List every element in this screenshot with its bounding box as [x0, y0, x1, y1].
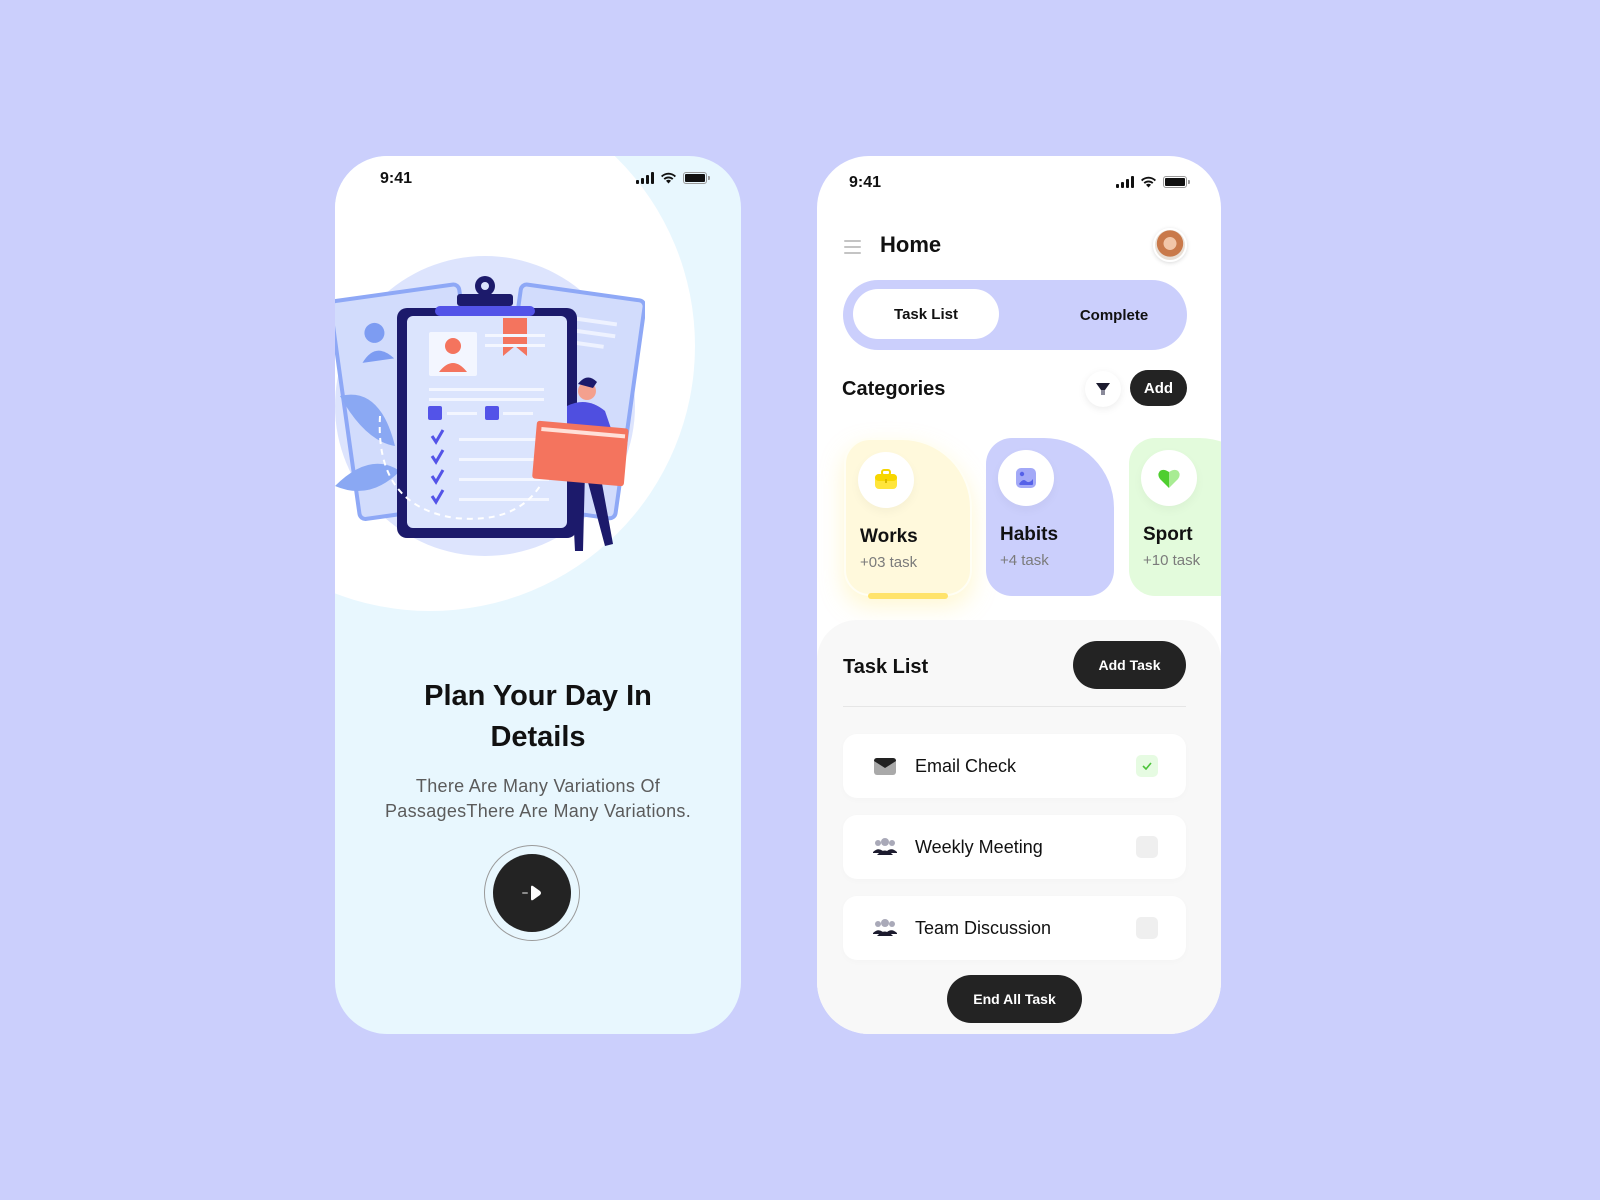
hamburger-menu-icon[interactable]: [844, 240, 861, 254]
task-item-team-discussion[interactable]: Team Discussion: [843, 896, 1186, 960]
card-icon-wrap: [858, 452, 914, 508]
categories-header: Categories Add: [842, 370, 1187, 410]
selected-indicator: [868, 593, 948, 599]
category-cards: Works +03 task Habits +4 task Sport +10 …: [817, 438, 1221, 618]
task-checkbox[interactable]: [1136, 917, 1158, 939]
wifi-icon: [661, 172, 676, 184]
category-card-sport[interactable]: Sport +10 task: [1129, 438, 1221, 596]
avatar[interactable]: [1153, 228, 1187, 262]
image-icon: [1016, 468, 1036, 488]
task-item-email-check[interactable]: Email Check: [843, 734, 1186, 798]
add-task-button[interactable]: Add Task: [1073, 641, 1186, 689]
tab-task-list[interactable]: Task List: [853, 289, 999, 339]
task-list: Email Check Weekly Meeting Team Discussi…: [843, 734, 1186, 977]
task-checkbox[interactable]: [1136, 836, 1158, 858]
battery-icon: [683, 172, 710, 184]
cellular-signal-icon: [636, 172, 654, 184]
filter-button[interactable]: [1085, 371, 1121, 407]
category-card-habits[interactable]: Habits +4 task: [986, 438, 1114, 596]
task-list-panel: Task List Add Task Email Check Weekly Me…: [817, 620, 1221, 1034]
next-button-inner[interactable]: [493, 854, 571, 932]
status-icons: [1116, 176, 1190, 188]
category-name: Works: [860, 526, 918, 547]
category-name: Habits: [1000, 524, 1059, 545]
status-time: 9:41: [849, 174, 882, 191]
category-name: Sport: [1143, 524, 1193, 545]
briefcase-icon: [875, 469, 897, 489]
status-bar: 9:41: [817, 156, 1221, 206]
categories-title: Categories: [842, 378, 946, 400]
filter-funnel-icon: [1096, 383, 1110, 395]
envelope-icon: [874, 758, 896, 775]
checkmark-icon: [1142, 762, 1152, 770]
card-icon-wrap: [1141, 450, 1197, 506]
status-time: 9:41: [380, 170, 413, 187]
battery-icon: [1163, 176, 1190, 188]
onboarding-title: Plan Your Day In Details: [424, 680, 652, 753]
task-list-title: Task List: [843, 656, 929, 678]
wifi-icon: [1141, 176, 1156, 188]
end-all-task-button[interactable]: End All Task: [947, 975, 1082, 1023]
next-button[interactable]: [484, 845, 580, 941]
task-item-weekly-meeting[interactable]: Weekly Meeting: [843, 815, 1186, 879]
category-count: +10 task: [1143, 552, 1201, 569]
group-icon: [873, 919, 897, 936]
home-screen: 9:41 Home Task List Complete Categories: [817, 156, 1221, 1034]
divider: [843, 706, 1186, 707]
onboarding-screen: 9:41 Plan Your Day In Details There Are …: [335, 156, 741, 1034]
task-label: Email Check: [915, 755, 1017, 776]
add-category-button[interactable]: Add: [1130, 370, 1187, 406]
status-bar: 9:41: [335, 156, 741, 206]
task-label: Team Discussion: [915, 917, 1052, 938]
cellular-signal-icon: [1116, 176, 1134, 188]
clipboard-checklist-illustration: [335, 256, 645, 556]
tab-complete[interactable]: Complete: [1039, 290, 1189, 340]
category-count: +4 task: [1000, 552, 1049, 569]
header: Home: [817, 226, 1221, 270]
card-icon-wrap: [998, 450, 1054, 506]
arrow-right-icon: [522, 885, 541, 901]
task-checkbox[interactable]: [1136, 755, 1158, 777]
group-icon: [873, 838, 897, 855]
heart-icon: [1158, 469, 1180, 488]
category-card-works[interactable]: Works +03 task: [844, 438, 972, 599]
tab-switcher: Task List Complete: [843, 280, 1187, 350]
status-icons: [636, 172, 710, 184]
onboarding-subtitle: There Are Many Variations Of PassagesThe…: [384, 776, 691, 821]
category-count: +03 task: [860, 554, 918, 571]
page-title: Home: [880, 232, 942, 257]
task-label: Weekly Meeting: [915, 836, 1043, 857]
